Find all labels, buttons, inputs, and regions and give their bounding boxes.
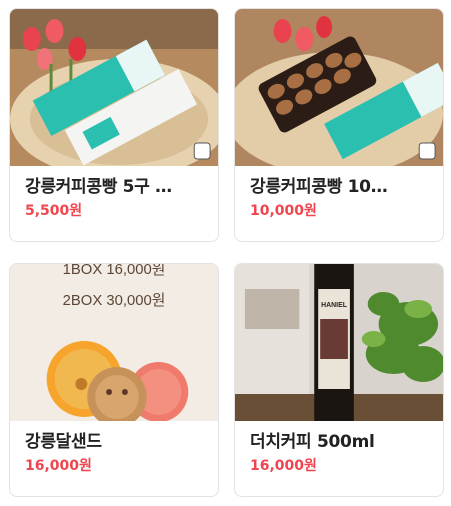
product-card[interactable]: 강릉커피콩빵 10… 10,000원: [234, 8, 444, 242]
product-image[interactable]: 1BOX 16,000원 2BOX 30,000원: [10, 264, 218, 421]
product-card[interactable]: 강릉커피콩빵 5구 … 5,500원: [9, 8, 219, 242]
image-caption-2box: 2BOX 30,000원: [63, 292, 166, 309]
product-image[interactable]: HANIEL: [235, 264, 443, 421]
product-image[interactable]: [10, 9, 218, 166]
coffee-bean-bread-10-box-image: [235, 9, 443, 166]
product-image[interactable]: [235, 9, 443, 166]
gangneung-dal-sand-image: 1BOX 16,000원 2BOX 30,000원: [10, 264, 218, 421]
product-price: 16,000원: [250, 458, 317, 474]
product-price: 10,000원: [250, 203, 317, 219]
product-title[interactable]: 더치커피 500ml: [250, 431, 430, 453]
product-price: 16,000원: [25, 458, 92, 474]
product-card[interactable]: HANIEL 더치커피 500ml 16,000원: [234, 263, 444, 497]
dutch-coffee-bottle-image: HANIEL: [235, 264, 443, 421]
product-title[interactable]: 강릉달샌드: [25, 431, 205, 453]
product-card[interactable]: 1BOX 16,000원 2BOX 30,000원 강릉달샌드 16,000원: [9, 263, 219, 497]
product-title[interactable]: 강릉커피콩빵 10…: [250, 176, 430, 198]
product-price: 5,500원: [25, 203, 83, 219]
bottle-label-text: HANIEL: [321, 302, 348, 309]
image-caption-1box: 1BOX 16,000원: [63, 264, 166, 278]
product-title[interactable]: 강릉커피콩빵 5구 …: [25, 176, 205, 198]
coffee-bean-bread-5-box-image: [10, 9, 218, 166]
